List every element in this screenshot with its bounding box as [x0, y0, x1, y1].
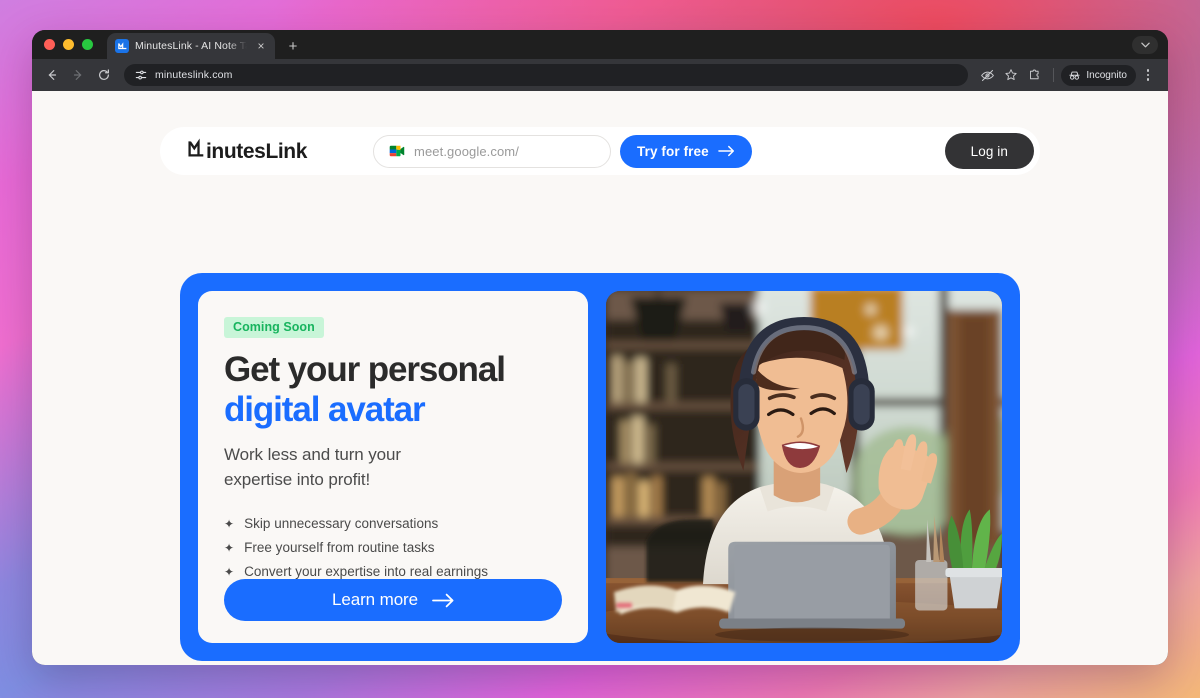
maximize-window-button[interactable]	[82, 39, 93, 50]
status-badge: Coming Soon	[224, 317, 324, 338]
tab-strip: MinutesLink - AI Note Taker f × +	[32, 30, 1168, 59]
list-item-label: Convert your expertise into real earning…	[244, 564, 489, 580]
hero-card: Coming Soon Get your personal digital av…	[180, 273, 1020, 661]
reload-button[interactable]	[92, 63, 116, 87]
learn-more-label: Learn more	[332, 590, 418, 610]
meet-link-input[interactable]: meet.google.com/	[373, 134, 612, 168]
minuteslink-logo-icon	[188, 138, 205, 165]
tab-title: MinutesLink - AI Note Taker f	[135, 40, 248, 52]
window-traffic-lights	[44, 30, 107, 59]
address-bar[interactable]: minuteslink.com	[124, 64, 969, 86]
star-icon[interactable]	[1000, 64, 1022, 86]
chevron-down-icon[interactable]	[1132, 36, 1158, 54]
brand-name: inutesLink	[206, 139, 308, 163]
eye-slash-icon[interactable]	[976, 64, 998, 86]
sparkle-icon: ✦	[224, 540, 235, 555]
list-item-label: Skip unnecessary conversations	[244, 516, 439, 532]
close-window-button[interactable]	[44, 39, 55, 50]
new-tab-button[interactable]: +	[281, 34, 305, 58]
kebab-menu-icon[interactable]	[1138, 65, 1158, 85]
google-meet-icon	[388, 144, 405, 158]
arrow-right-icon	[717, 145, 735, 157]
hero-subtitle-line-2: expertise into profit!	[224, 469, 371, 489]
minimize-window-button[interactable]	[63, 39, 74, 50]
list-item: ✦ Skip unnecessary conversations	[224, 516, 562, 531]
hero-photo	[606, 291, 1002, 643]
try-for-free-button[interactable]: Try for free	[620, 134, 752, 168]
browser-toolbar: minuteslink.com Incognito	[32, 59, 1168, 91]
sparkle-icon: ✦	[224, 564, 235, 579]
url-text: minuteslink.com	[155, 69, 233, 81]
brand-logo[interactable]: inutesLink	[188, 138, 307, 165]
forward-button[interactable]	[66, 63, 90, 87]
hero-content-panel: Coming Soon Get your personal digital av…	[198, 291, 588, 643]
navbar-center-actions: meet.google.com/ Try for free	[373, 134, 752, 168]
learn-more-button[interactable]: Learn more	[224, 579, 562, 621]
hero-photo-illustration	[606, 291, 1002, 643]
minuteslink-favicon-icon	[115, 39, 129, 53]
site-settings-icon[interactable]	[134, 69, 147, 82]
login-button[interactable]: Log in	[944, 133, 1034, 169]
hero-title-line-2: digital avatar	[224, 389, 426, 429]
toolbar-actions: Incognito	[976, 64, 1158, 86]
sparkle-icon: ✦	[224, 516, 235, 531]
page-viewport: inutesLink meet.google.com/ Try for free…	[32, 91, 1168, 665]
site-navbar: inutesLink meet.google.com/ Try for free…	[160, 127, 1040, 175]
puzzle-icon[interactable]	[1024, 64, 1046, 86]
toolbar-divider	[1053, 68, 1055, 82]
hero-title-line-1: Get your personal	[224, 350, 506, 389]
list-item-label: Free yourself from routine tasks	[244, 540, 435, 556]
hero-subtitle-line-1: Work less and turn your	[224, 445, 401, 465]
hero-benefit-list: ✦ Skip unnecessary conversations ✦ Free …	[224, 516, 562, 579]
incognito-icon	[1068, 69, 1081, 82]
back-button[interactable]	[40, 63, 64, 87]
incognito-label: Incognito	[1086, 69, 1127, 81]
page-title: Get your personal digital avatar	[224, 350, 562, 429]
hero-subtitle: Work less and turn your expertise into p…	[224, 443, 562, 492]
list-item: ✦ Convert your expertise into real earni…	[224, 564, 562, 579]
meet-link-placeholder: meet.google.com/	[414, 143, 519, 159]
arrow-right-icon	[432, 593, 454, 608]
list-item: ✦ Free yourself from routine tasks	[224, 540, 562, 555]
close-tab-button[interactable]: ×	[254, 39, 268, 53]
browser-tab[interactable]: MinutesLink - AI Note Taker f ×	[107, 33, 275, 59]
incognito-indicator[interactable]: Incognito	[1061, 64, 1136, 86]
browser-window: MinutesLink - AI Note Taker f × +	[32, 30, 1168, 665]
try-for-free-label: Try for free	[637, 143, 709, 159]
